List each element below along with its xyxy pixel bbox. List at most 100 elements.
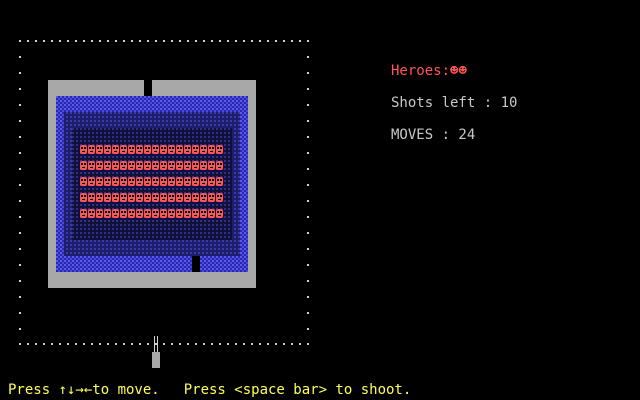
fortress-top-gate xyxy=(144,80,152,96)
enemy-icon xyxy=(184,145,191,154)
enemy-icon xyxy=(96,161,103,170)
enemy-icon xyxy=(192,209,199,218)
enemy-icon xyxy=(176,193,183,202)
enemy-icon xyxy=(112,193,119,202)
enemy-icon xyxy=(88,161,95,170)
enemy-icon xyxy=(152,161,159,170)
enemy-icon xyxy=(184,193,191,202)
player-cannon-icon[interactable] xyxy=(152,336,160,368)
enemy-icon xyxy=(144,145,151,154)
enemy-icon xyxy=(200,209,207,218)
enemy-icon xyxy=(128,145,135,154)
enemy-icon xyxy=(152,145,159,154)
enemy-icon xyxy=(208,161,215,170)
enemy-icon xyxy=(104,177,111,186)
shots-left-counter: Shots left : 10 xyxy=(391,95,518,111)
enemy-icon xyxy=(136,161,143,170)
enemy-icon xyxy=(160,193,167,202)
enemy-icon xyxy=(200,193,207,202)
enemy-icon xyxy=(216,177,223,186)
enemy-icon xyxy=(200,161,207,170)
enemy-icon xyxy=(216,193,223,202)
enemy-icon xyxy=(176,161,183,170)
enemy-icon xyxy=(128,161,135,170)
enemy-icon xyxy=(208,177,215,186)
enemy-icon xyxy=(216,161,223,170)
enemy-icon xyxy=(160,209,167,218)
enemy-icon xyxy=(136,177,143,186)
heroes-label: Heroes: xyxy=(391,63,451,79)
enemy-icon xyxy=(120,193,127,202)
enemy-icon xyxy=(168,177,175,186)
enemy-icon xyxy=(128,177,135,186)
enemy-icon xyxy=(160,177,167,186)
enemy-icon xyxy=(104,193,111,202)
enemy-icon xyxy=(120,209,127,218)
enemy-icon xyxy=(88,145,95,154)
enemy-icon xyxy=(160,145,167,154)
enemy-icon xyxy=(192,161,199,170)
enemy-icon xyxy=(96,193,103,202)
enemy-icon xyxy=(80,209,87,218)
move-instruction: Press ↑↓→←to move. xyxy=(8,382,160,398)
enemy-icon xyxy=(176,209,183,218)
enemy-icon xyxy=(168,145,175,154)
enemy-icon xyxy=(168,209,175,218)
enemy-icon xyxy=(88,193,95,202)
enemy-icon xyxy=(88,177,95,186)
enemy-icon xyxy=(176,145,183,154)
enemy-icon xyxy=(200,177,207,186)
instructions-bar: Press ↑↓→←to move. Press <space bar> to s… xyxy=(8,382,411,398)
enemy-icon xyxy=(184,177,191,186)
enemy-icon xyxy=(112,145,119,154)
enemy-icon xyxy=(96,209,103,218)
enemy-icon xyxy=(80,177,87,186)
heroes-counter: Heroes:☻☻ xyxy=(391,63,467,79)
enemy-icon xyxy=(152,209,159,218)
enemy-icon xyxy=(96,177,103,186)
enemy-icon xyxy=(96,145,103,154)
enemy-icon xyxy=(136,193,143,202)
enemy-icon xyxy=(152,193,159,202)
enemy-icon xyxy=(120,145,127,154)
enemy-icon xyxy=(192,193,199,202)
enemy-icon xyxy=(176,177,183,186)
enemy-icon xyxy=(192,177,199,186)
enemy-icon xyxy=(136,209,143,218)
enemy-icon xyxy=(208,193,215,202)
enemy-icon xyxy=(144,209,151,218)
enemy-icon xyxy=(112,177,119,186)
enemy-icon xyxy=(192,145,199,154)
enemy-icon xyxy=(80,145,87,154)
fortress-bottom-gate xyxy=(192,256,200,272)
enemy-icon xyxy=(184,161,191,170)
enemy-icon xyxy=(200,145,207,154)
enemy-icon xyxy=(136,145,143,154)
enemy-icon xyxy=(208,209,215,218)
enemy-icon xyxy=(88,209,95,218)
shoot-instruction: Press <space bar> to shoot. xyxy=(183,382,412,398)
enemy-icon xyxy=(184,209,191,218)
game-arena xyxy=(19,40,309,368)
enemy-icon xyxy=(120,177,127,186)
enemy-icon xyxy=(80,161,87,170)
enemy-icon xyxy=(168,193,175,202)
hero-icon: ☻☻ xyxy=(450,63,467,79)
enemy-icon xyxy=(128,193,135,202)
enemy-icon xyxy=(144,161,151,170)
enemy-icon xyxy=(160,161,167,170)
enemy-icon xyxy=(112,161,119,170)
enemy-icon xyxy=(208,145,215,154)
enemy-icon xyxy=(144,193,151,202)
enemy-icon xyxy=(104,209,111,218)
enemy-icon xyxy=(216,145,223,154)
enemy-icon xyxy=(104,145,111,154)
enemy-icon xyxy=(120,161,127,170)
enemy-icon xyxy=(216,209,223,218)
moves-counter: MOVES : 24 xyxy=(391,127,476,143)
enemy-icon xyxy=(80,193,87,202)
enemy-icon xyxy=(144,177,151,186)
enemy-icon xyxy=(112,209,119,218)
enemy-icon xyxy=(104,161,111,170)
enemy-icon xyxy=(168,161,175,170)
